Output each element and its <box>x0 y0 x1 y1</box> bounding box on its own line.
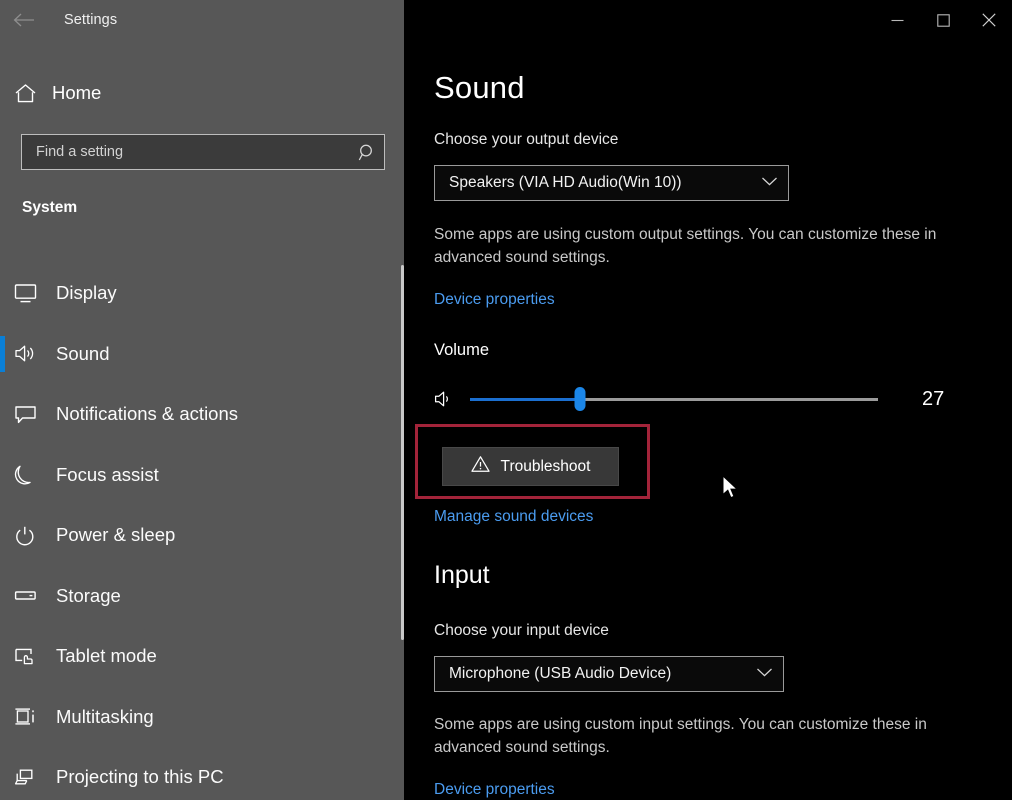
sidebar-item-home[interactable]: Home <box>0 73 404 113</box>
maximize-icon <box>936 13 950 27</box>
power-icon <box>14 525 50 546</box>
sidebar-item-label: Display <box>56 282 117 304</box>
output-device-properties-link[interactable]: Device properties <box>434 291 555 309</box>
volume-row: 27 <box>434 382 964 416</box>
input-device-label: Choose your input device <box>434 622 609 639</box>
sidebar-item-label: Projecting to this PC <box>56 766 224 788</box>
sidebar-nav-list: Display Sound Notifications & actions Fo… <box>0 263 404 800</box>
volume-slider[interactable] <box>470 382 878 416</box>
sidebar-item-label: Multitasking <box>56 705 154 727</box>
sidebar-item-projecting-to-this-pc[interactable]: Projecting to this PC <box>0 747 404 800</box>
home-icon <box>14 83 48 104</box>
input-section-title: Input <box>434 561 490 589</box>
sidebar-item-label: Notifications & actions <box>56 403 239 425</box>
warning-triangle-icon <box>470 455 490 478</box>
sidebar-item-label: Storage <box>56 584 121 606</box>
sidebar-item-display[interactable]: Display <box>0 263 404 324</box>
speaker-icon <box>14 343 50 364</box>
drive-icon <box>14 585 50 606</box>
tablet-icon <box>14 646 50 667</box>
sidebar-item-label-home: Home <box>52 82 102 103</box>
monitor-icon <box>14 283 50 304</box>
output-device-label: Choose your output device <box>434 131 619 148</box>
volume-label: Volume <box>434 341 490 359</box>
sidebar-item-power-sleep[interactable]: Power & sleep <box>0 505 404 566</box>
output-device-value: Speakers (VIA HD Audio(Win 10)) <box>449 174 682 191</box>
input-device-properties-link[interactable]: Device properties <box>434 781 555 799</box>
sidebar-item-label: Tablet mode <box>56 645 157 667</box>
close-icon <box>982 13 996 27</box>
input-note: Some apps are using custom input setting… <box>434 716 927 756</box>
sidebar-item-storage[interactable]: Storage <box>0 566 404 627</box>
project-icon <box>14 767 50 788</box>
volume-thumb[interactable] <box>574 387 586 411</box>
volume-value: 27 <box>922 387 945 410</box>
selection-accent-bar <box>0 335 5 372</box>
troubleshoot-button[interactable]: Troubleshoot <box>442 447 619 486</box>
search-input[interactable] <box>22 144 350 160</box>
sidebar: Settings Home System <box>0 0 404 800</box>
chevron-down-icon <box>761 174 778 192</box>
sidebar-item-label: Sound <box>56 342 110 364</box>
moon-icon <box>14 464 50 485</box>
output-device-select[interactable]: Speakers (VIA HD Audio(Win 10)) <box>434 165 789 201</box>
sidebar-item-sound[interactable]: Sound <box>0 324 404 385</box>
sidebar-section-heading: System <box>22 199 78 216</box>
sidebar-item-multitasking[interactable]: Multitasking <box>0 687 404 748</box>
sidebar-item-label: Power & sleep <box>56 524 176 546</box>
multitask-icon <box>14 706 50 727</box>
output-note: Some apps are using custom output settin… <box>434 226 937 266</box>
chevron-down-icon <box>756 665 773 683</box>
chat-icon <box>14 404 50 425</box>
sidebar-titlebar: Settings <box>0 0 404 40</box>
back-arrow-icon <box>13 13 34 27</box>
settings-window: Settings Home System <box>0 0 1012 800</box>
volume-fill <box>470 397 581 401</box>
troubleshoot-button-label: Troubleshoot <box>500 457 591 475</box>
minimize-button[interactable] <box>874 0 920 40</box>
maximize-button[interactable] <box>920 0 966 40</box>
input-device-value: Microphone (USB Audio Device) <box>449 665 672 682</box>
window-controls <box>874 0 1012 40</box>
manage-sound-devices-link[interactable]: Manage sound devices <box>434 508 593 526</box>
search-icon[interactable] <box>350 143 384 162</box>
page-title: Sound <box>434 70 525 105</box>
input-device-select[interactable]: Microphone (USB Audio Device) <box>434 656 784 692</box>
volume-icon[interactable] <box>434 389 464 409</box>
sidebar-item-focus-assist[interactable]: Focus assist <box>0 445 404 506</box>
sidebar-item-label: Focus assist <box>56 463 159 485</box>
window-title: Settings <box>64 12 118 28</box>
sidebar-item-notifications-actions[interactable]: Notifications & actions <box>0 384 404 445</box>
search-box[interactable] <box>21 134 385 170</box>
sidebar-item-tablet-mode[interactable]: Tablet mode <box>0 626 404 687</box>
minimize-icon <box>891 19 903 21</box>
back-button[interactable] <box>0 1 48 39</box>
close-button[interactable] <box>966 0 1012 40</box>
